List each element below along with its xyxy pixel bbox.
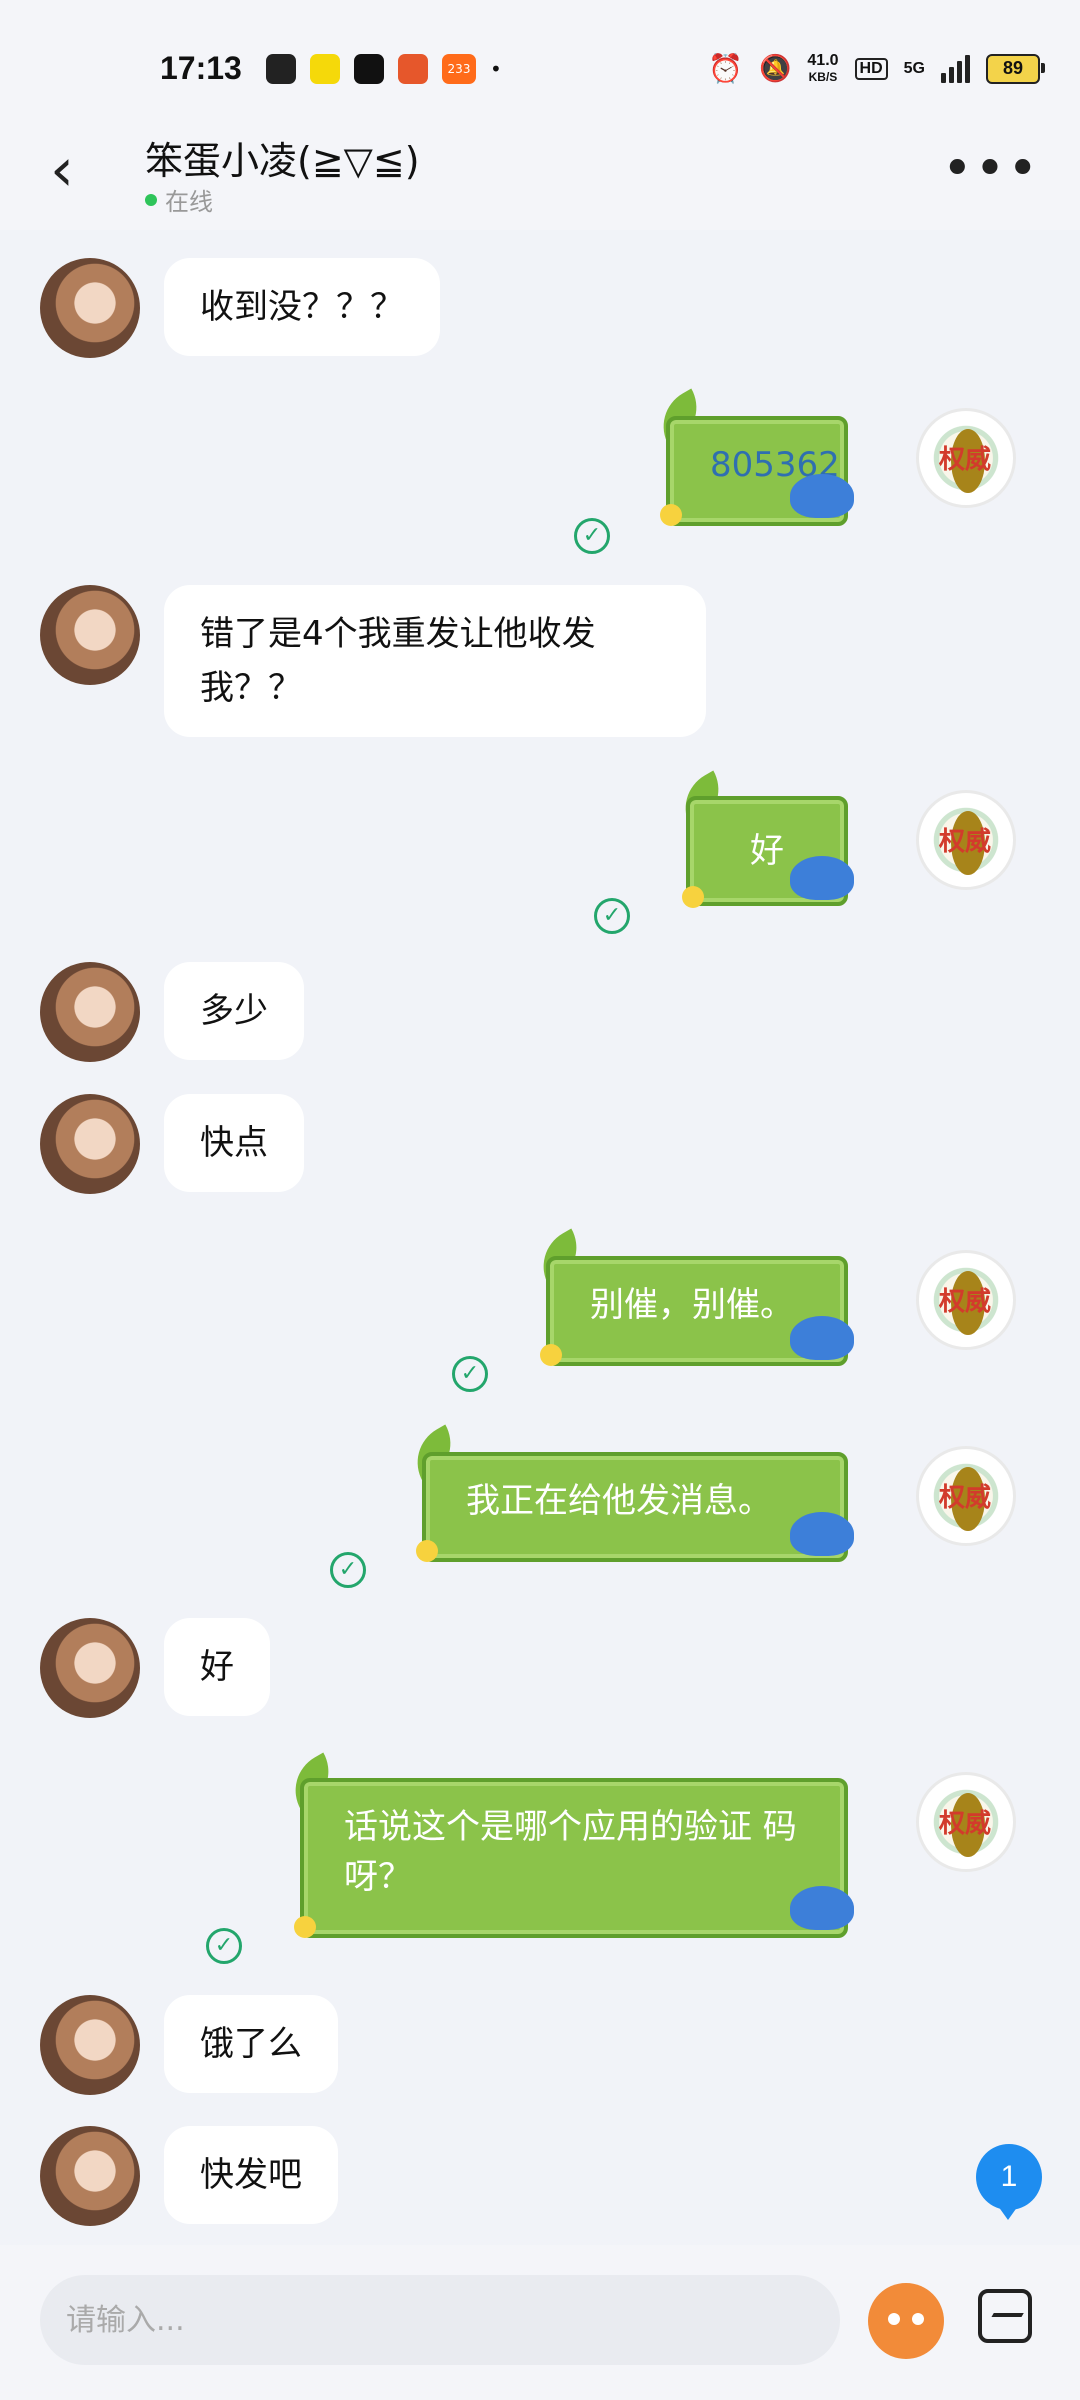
self-avatar[interactable]: 权威 bbox=[916, 1446, 1016, 1546]
self-avatar-glyph: 权威 bbox=[939, 1483, 992, 1513]
self-avatar-glyph: 权威 bbox=[939, 445, 992, 475]
contact-avatar[interactable] bbox=[40, 585, 140, 685]
alarm-icon: ⏰ bbox=[708, 53, 744, 84]
flower-decoration-icon bbox=[416, 1540, 438, 1562]
status-time: 17:13 bbox=[160, 50, 242, 86]
read-check-icon: ✓ bbox=[594, 898, 630, 934]
self-avatar-glyph: 权威 bbox=[939, 827, 992, 857]
read-check-icon: ✓ bbox=[452, 1356, 488, 1392]
emoji-button[interactable] bbox=[868, 2283, 944, 2359]
flower-decoration-icon bbox=[660, 504, 682, 526]
back-button[interactable]: ‹ bbox=[50, 140, 74, 200]
status-bar: 17:13 233 • ⏰ 🔕 41.0 KB/S HD 5G 89 bbox=[0, 0, 1080, 130]
fish-decoration-icon bbox=[790, 474, 854, 518]
message-in[interactable]: 多少 bbox=[164, 962, 304, 1060]
notification-icons: 233 • bbox=[266, 54, 502, 84]
chat-title: 笨蛋小凌(≧▽≦) bbox=[145, 139, 420, 183]
net-speed-unit: KB/S bbox=[808, 69, 838, 84]
more-notifications-dot-icon: • bbox=[490, 57, 502, 81]
message-input[interactable] bbox=[40, 2275, 840, 2365]
contact-avatar[interactable] bbox=[40, 2126, 140, 2226]
fish-decoration-icon bbox=[790, 856, 854, 900]
input-bar bbox=[0, 2245, 1080, 2400]
read-check-icon: ✓ bbox=[330, 1552, 366, 1588]
mute-icon: 🔕 bbox=[759, 53, 792, 83]
wechat-icon bbox=[266, 54, 296, 84]
message-in[interactable]: 好 bbox=[164, 1618, 270, 1716]
message-out[interactable]: 我正在给他发消息。 bbox=[422, 1452, 848, 1562]
contact-avatar[interactable] bbox=[40, 1618, 140, 1718]
flower-decoration-icon bbox=[682, 886, 704, 908]
self-avatar[interactable]: 权威 bbox=[916, 790, 1016, 890]
online-status: 在线 bbox=[145, 182, 213, 217]
message-out[interactable]: 话说这个是哪个应用的验证 码呀？ bbox=[300, 1778, 848, 1938]
more-options-button[interactable]: ••• bbox=[942, 143, 1040, 195]
chat-header: ‹ 笨蛋小凌(≧▽≦) 在线 ••• bbox=[0, 130, 1080, 230]
app-233-icon: 233 bbox=[442, 54, 476, 84]
battery-icon: 89 bbox=[986, 53, 1045, 84]
read-check-icon: ✓ bbox=[574, 518, 610, 554]
self-avatar-glyph: 权威 bbox=[939, 1809, 992, 1839]
new-message-badge[interactable]: 1 bbox=[976, 2144, 1042, 2220]
tiktok-icon bbox=[354, 54, 384, 84]
online-dot-icon bbox=[145, 193, 157, 206]
signal-icon bbox=[941, 54, 970, 83]
self-avatar-glyph: 权威 bbox=[939, 1287, 992, 1317]
net-speed-value: 41.0 bbox=[807, 51, 839, 69]
message-in[interactable]: 快发吧 bbox=[164, 2126, 338, 2224]
self-avatar[interactable]: 权威 bbox=[916, 1772, 1016, 1872]
message-in[interactable]: 错了是4个我重发让他收发 我？？ bbox=[164, 585, 706, 737]
message-in[interactable]: 快点 bbox=[164, 1094, 304, 1192]
read-check-icon: ✓ bbox=[206, 1928, 242, 1964]
online-status-label: 在线 bbox=[165, 188, 213, 216]
message-in[interactable]: 饿了么 bbox=[164, 1995, 338, 2093]
self-avatar[interactable]: 权威 bbox=[916, 408, 1016, 508]
system-indicators: ⏰ 🔕 41.0 KB/S HD 5G 89 bbox=[708, 51, 1045, 85]
network-type: 5G bbox=[903, 59, 925, 77]
self-avatar[interactable]: 权威 bbox=[916, 1250, 1016, 1350]
fish-decoration-icon bbox=[790, 1316, 854, 1360]
app-icon-2 bbox=[398, 54, 428, 84]
contact-avatar[interactable] bbox=[40, 258, 140, 358]
image-picker-icon[interactable] bbox=[978, 2289, 1032, 2343]
contact-avatar[interactable] bbox=[40, 1094, 140, 1194]
contact-avatar[interactable] bbox=[40, 962, 140, 1062]
net-speed: 41.0 KB/S bbox=[807, 51, 839, 85]
flower-decoration-icon bbox=[294, 1916, 316, 1938]
fish-decoration-icon bbox=[790, 1886, 854, 1930]
message-in[interactable]: 收到没？？？ bbox=[164, 258, 440, 356]
fish-decoration-icon bbox=[790, 1512, 854, 1556]
hd-badge: HD bbox=[854, 57, 888, 80]
flower-decoration-icon bbox=[540, 1344, 562, 1366]
contact-avatar[interactable] bbox=[40, 1995, 140, 2095]
app-icon bbox=[310, 54, 340, 84]
